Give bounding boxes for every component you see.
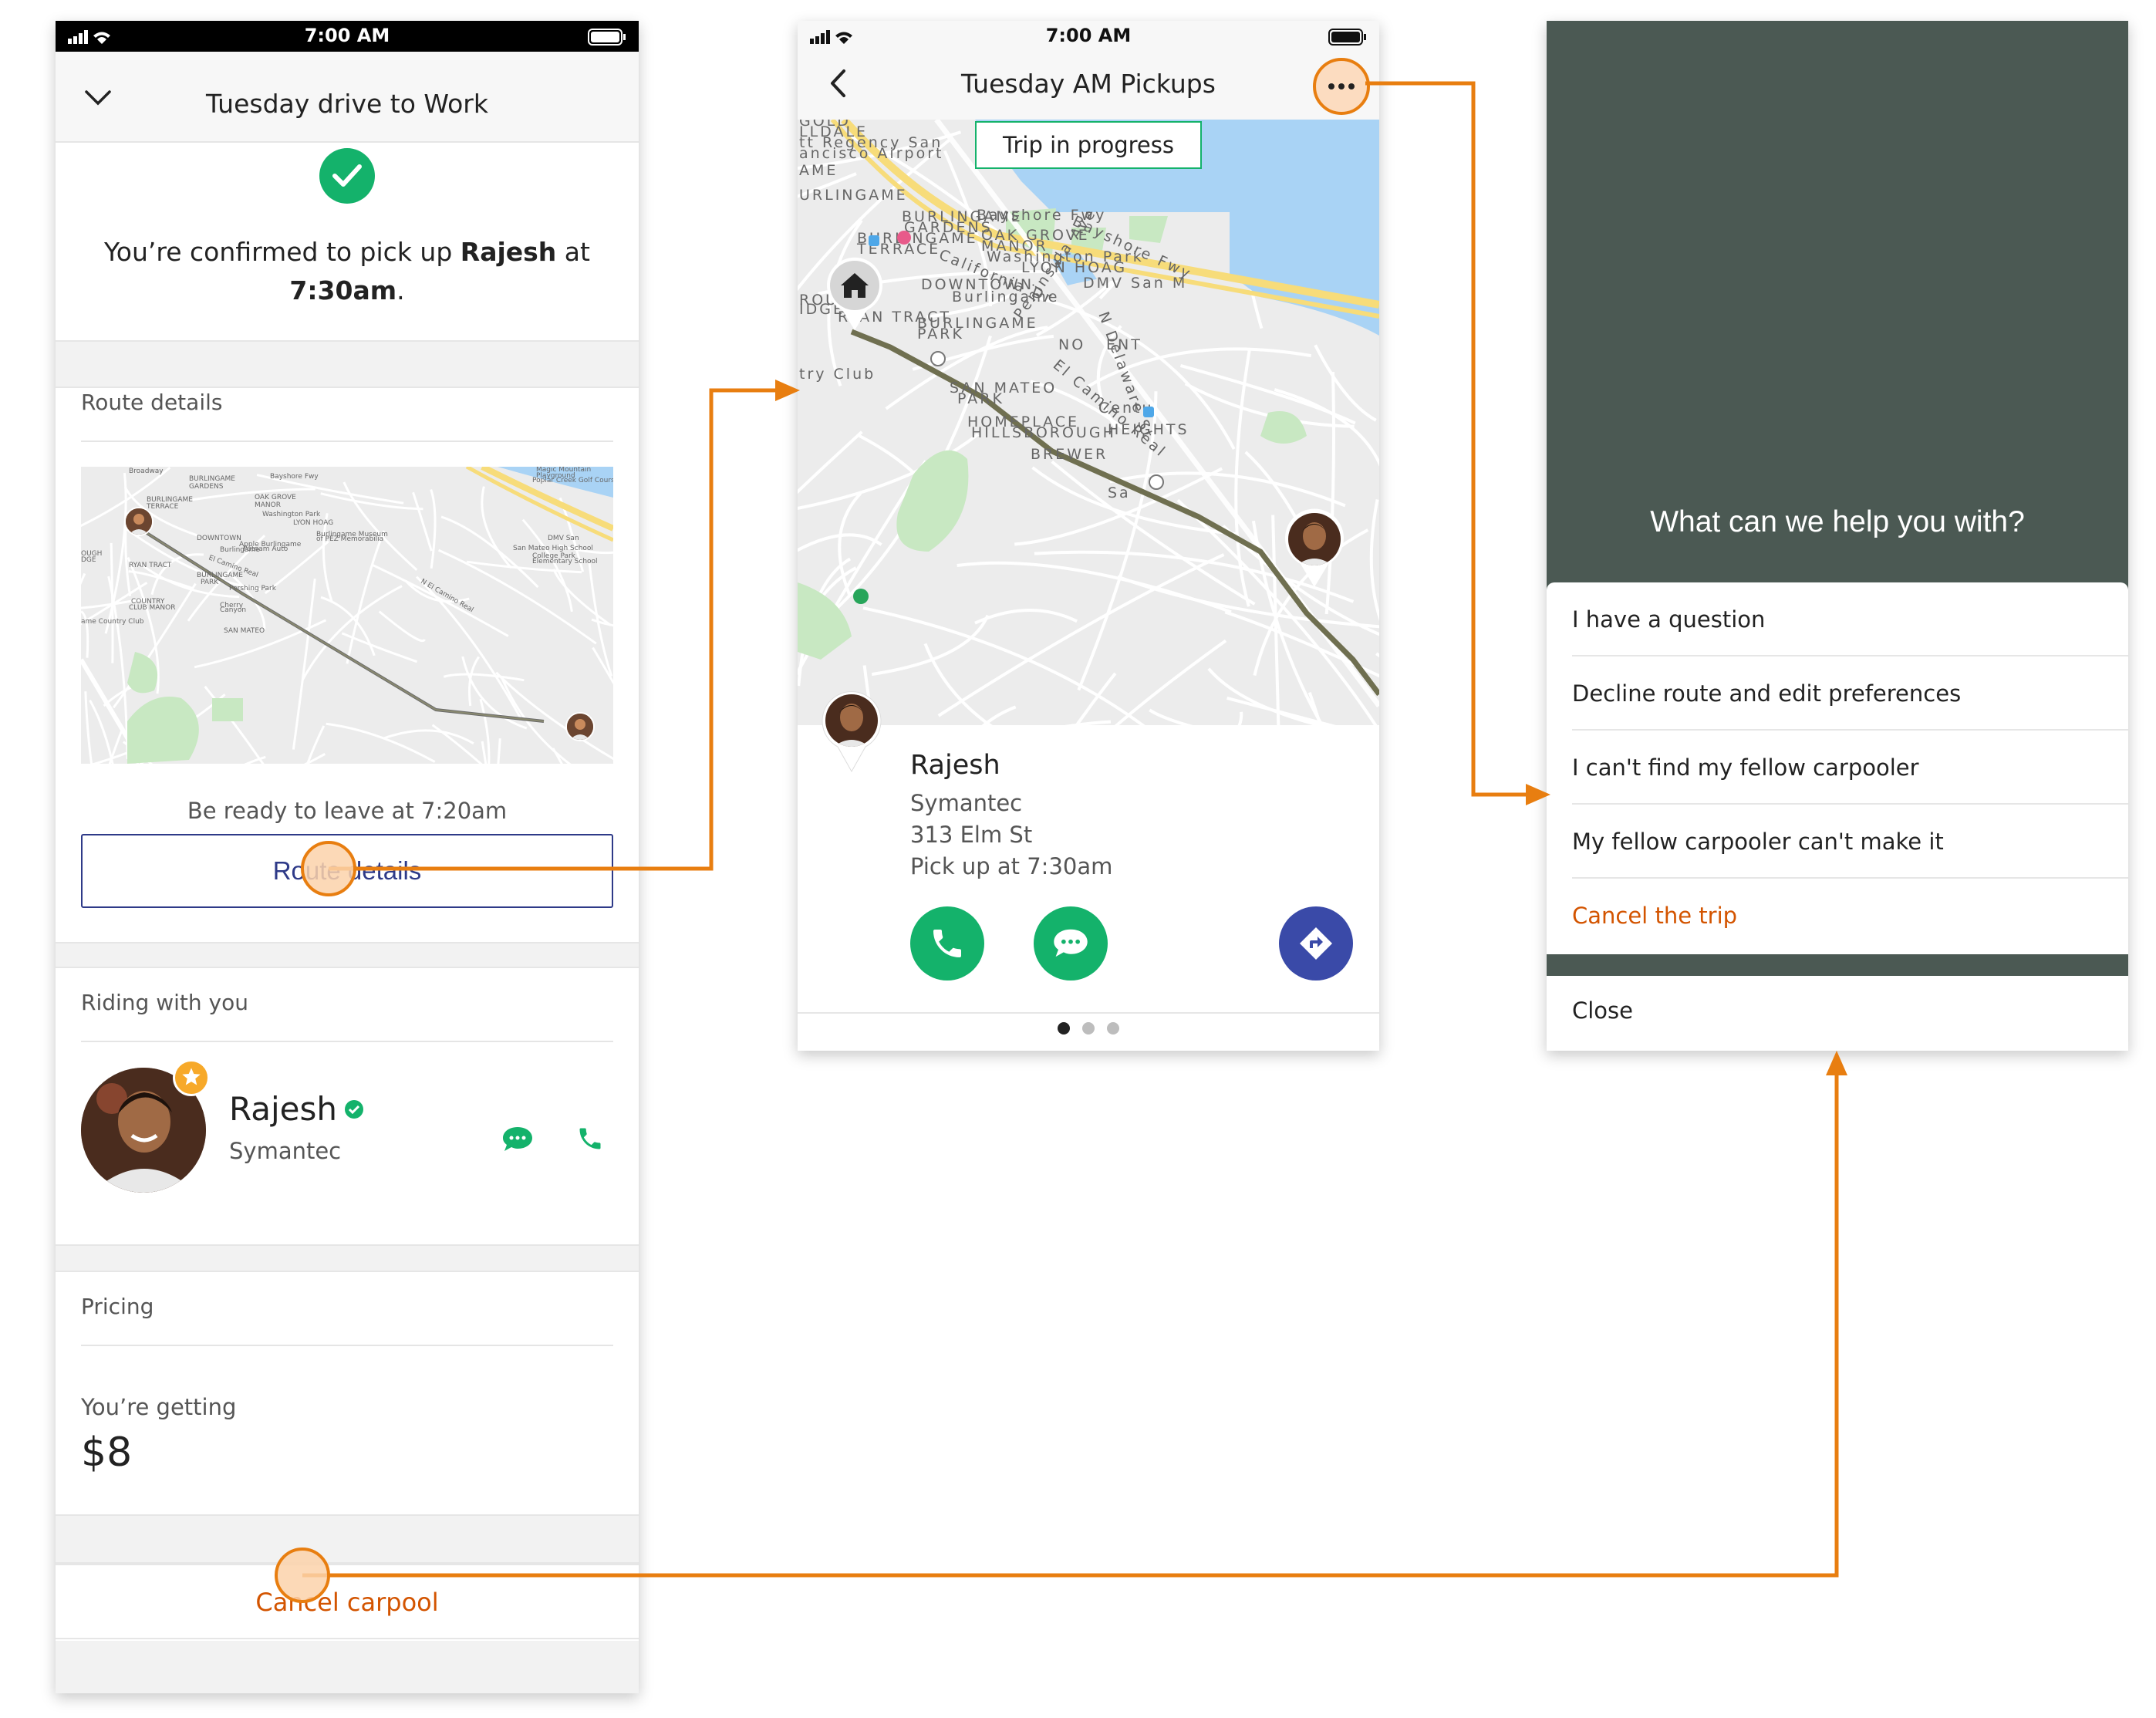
- tap-indicator-route-details: [301, 841, 356, 896]
- arrowhead: [1526, 784, 1550, 805]
- flow-cancel-to-help: [302, 1068, 1839, 1578]
- flow-route-to-map: [329, 388, 783, 871]
- flow-more-to-help: [1365, 81, 1533, 797]
- arrowhead: [1826, 1051, 1847, 1075]
- tap-indicator-cancel-carpool: [275, 1548, 330, 1603]
- arrowhead: [775, 380, 800, 401]
